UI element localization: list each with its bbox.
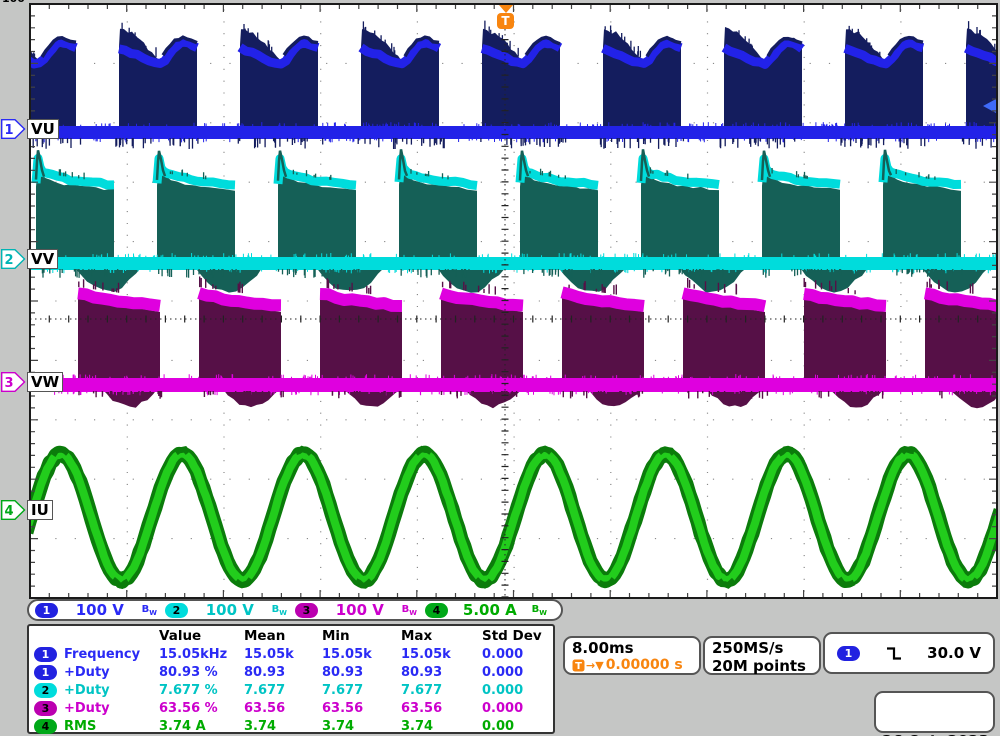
trigger-position-readout: 0.00000 s: [606, 657, 683, 673]
acquisition-box[interactable]: 250MS/s 20M points: [703, 636, 821, 675]
channel-4-label: IU: [27, 500, 53, 520]
trigger-position-arrow-icon: [499, 5, 513, 13]
record-length-readout: 20M points: [712, 657, 812, 675]
measurement-channel-badge: 3: [34, 701, 57, 716]
measurement-name: +Duty: [64, 665, 159, 680]
svg-text:3: 3: [4, 376, 13, 391]
svg-text:T: T: [575, 661, 582, 672]
measurement-min: 3.74: [322, 719, 401, 734]
measurement-mean: 3.74: [244, 719, 322, 734]
col-header-min: Min: [322, 628, 401, 644]
channel-2-badge: 2: [165, 603, 188, 618]
channel-1-scale-group[interactable]: 1 100 V BW: [35, 601, 165, 619]
channel-3-arrow-icon: 3: [1, 372, 26, 392]
measurement-value: 15.05kHz: [159, 647, 244, 662]
trigger-settings-box[interactable]: 1 30.0 V: [823, 632, 995, 674]
channel-4-badge: 4: [425, 603, 448, 618]
oscilloscope-screen: 100 T 1 VU 2 VV 3 VW 4 IU 1 100: [0, 0, 1000, 736]
measurement-channel-badge: 4: [34, 719, 57, 734]
bandwidth-limit-icon: BW: [532, 604, 547, 617]
channel-3-badge: 3: [295, 603, 318, 618]
channel-4-scale: 5.00 A: [448, 601, 532, 619]
measurement-std: 0.00: [482, 719, 553, 734]
channel-1-label: VU: [27, 119, 59, 139]
channel-3-scale-group[interactable]: 3 100 V BW: [295, 601, 425, 619]
measurement-name: RMS: [64, 719, 159, 734]
datetime-box[interactable]: 26 Oct 2023 10:39:57: [874, 691, 995, 733]
measurement-max: 15.05k: [401, 647, 482, 662]
col-header-mean: Mean: [244, 628, 322, 644]
falling-edge-icon: [885, 645, 903, 662]
measurement-mean: 7.677: [244, 683, 322, 698]
channel-1-scale: 100 V: [58, 601, 142, 619]
measurement-std: 0.000: [482, 647, 553, 662]
channel-1-arrow-icon: 1: [1, 119, 26, 139]
measurement-name: Frequency: [64, 647, 159, 662]
measurement-name: +Duty: [64, 683, 159, 698]
measurement-value: 7.677 %: [159, 683, 244, 698]
measurement-name: +Duty: [64, 701, 159, 716]
measurement-mean: 80.93: [244, 665, 322, 680]
bandwidth-limit-icon: BW: [142, 604, 157, 617]
channel-1-marker[interactable]: 1 VU: [1, 119, 59, 139]
measurement-max: 80.93: [401, 665, 482, 680]
sample-rate-readout: 250MS/s: [712, 639, 812, 657]
channel-2-label: VV: [27, 249, 58, 269]
bandwidth-limit-icon: BW: [272, 604, 287, 617]
trigger-source-badge: 1: [837, 646, 860, 661]
measurement-std: 0.000: [482, 665, 553, 680]
measurement-channel-badge: 2: [34, 683, 57, 698]
trigger-position-marker[interactable]: T: [497, 13, 514, 29]
measurement-min: 63.56: [322, 701, 401, 716]
clipped-top-left-label: 100: [2, 0, 32, 5]
channel-4-arrow-icon: 4: [1, 500, 26, 520]
col-header-stddev: Std Dev: [482, 628, 553, 644]
measurement-value: 80.93 %: [159, 665, 244, 680]
channel-3-scale: 100 V: [318, 601, 402, 619]
channel-2-scale: 100 V: [188, 601, 272, 619]
trigger-level-readout: 30.0 V: [927, 644, 981, 662]
date-readout: 26 Oct 2023: [882, 732, 987, 736]
channel-3-label: VW: [27, 372, 63, 392]
trigger-arrow-glyph: →▼: [586, 659, 604, 672]
measurement-max: 3.74: [401, 719, 482, 734]
measurement-std: 0.000: [482, 701, 553, 716]
svg-text:1: 1: [4, 123, 13, 138]
channel-3-marker[interactable]: 3 VW: [1, 372, 63, 392]
measurement-min: 80.93: [322, 665, 401, 680]
measurement-value: 3.74 A: [159, 719, 244, 734]
measurement-min: 7.677: [322, 683, 401, 698]
horizontal-settings-box[interactable]: 8.00ms T →▼ 0.00000 s: [563, 636, 701, 675]
measurement-min: 15.05k: [322, 647, 401, 662]
timebase-readout: 8.00ms: [572, 639, 692, 657]
channel-4-scale-group[interactable]: 4 5.00 A BW: [425, 601, 555, 619]
measurement-channel-badge: 1: [34, 647, 57, 662]
svg-text:2: 2: [4, 253, 13, 268]
measurement-std: 0.000: [482, 683, 553, 698]
measurement-mean: 15.05k: [244, 647, 322, 662]
svg-text:4: 4: [4, 504, 13, 519]
bandwidth-limit-icon: BW: [402, 604, 417, 617]
measurement-table: Value Mean Min Max Std Dev 1 Frequency 1…: [27, 624, 555, 734]
trigger-t-icon: T: [572, 659, 585, 672]
measurement-channel-badge: 1: [34, 665, 57, 680]
col-header-value: Value: [159, 628, 244, 644]
col-header-max: Max: [401, 628, 482, 644]
channel-2-marker[interactable]: 2 VV: [1, 249, 58, 269]
measurement-max: 63.56: [401, 701, 482, 716]
measurement-mean: 63.56: [244, 701, 322, 716]
measurement-max: 7.677: [401, 683, 482, 698]
channel-scale-bar: 1 100 V BW 2 100 V BW 3 100 V BW 4 5.00 …: [27, 599, 563, 621]
channel-2-scale-group[interactable]: 2 100 V BW: [165, 601, 295, 619]
channel-4-marker[interactable]: 4 IU: [1, 500, 53, 520]
measurement-value: 63.56 %: [159, 701, 244, 716]
channel-1-badge: 1: [35, 603, 58, 618]
channel-2-arrow-icon: 2: [1, 249, 26, 269]
